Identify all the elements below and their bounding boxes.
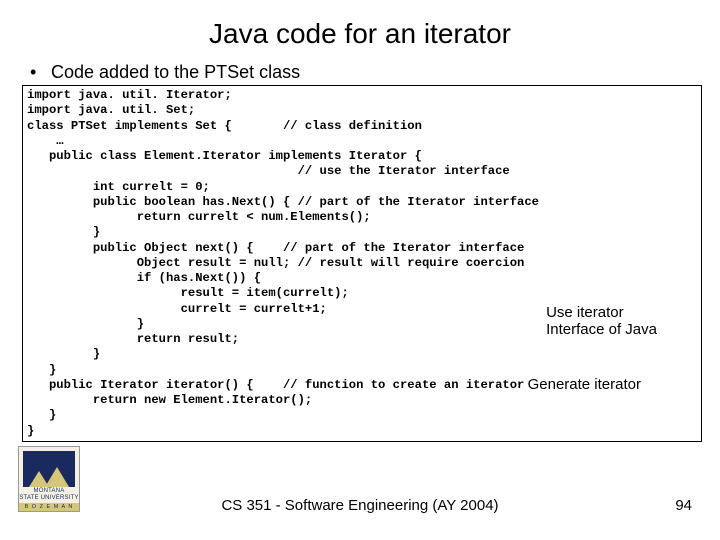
- footer-text: CS 351 - Software Engineering (AY 2004): [0, 497, 720, 514]
- callout-iterator-interface: Use iterator Interface of Java: [546, 304, 657, 339]
- code-block: import java. util. Iterator; import java…: [22, 85, 702, 442]
- bullet-line: • Code added to the PTSet class: [0, 62, 720, 83]
- logo-mountains-icon: [23, 451, 75, 487]
- code-text: import java. util. Iterator; import java…: [27, 88, 539, 438]
- logo-line1: MONTANA: [19, 488, 79, 494]
- bullet-dot: •: [30, 62, 46, 83]
- callout-generate-iterator: Generate iterator: [528, 376, 641, 393]
- bullet-text: Code added to the PTSet class: [51, 62, 300, 82]
- slide: Java code for an iterator • Code added t…: [0, 0, 720, 540]
- slide-title: Java code for an iterator: [0, 0, 720, 50]
- page-number: 94: [675, 497, 692, 514]
